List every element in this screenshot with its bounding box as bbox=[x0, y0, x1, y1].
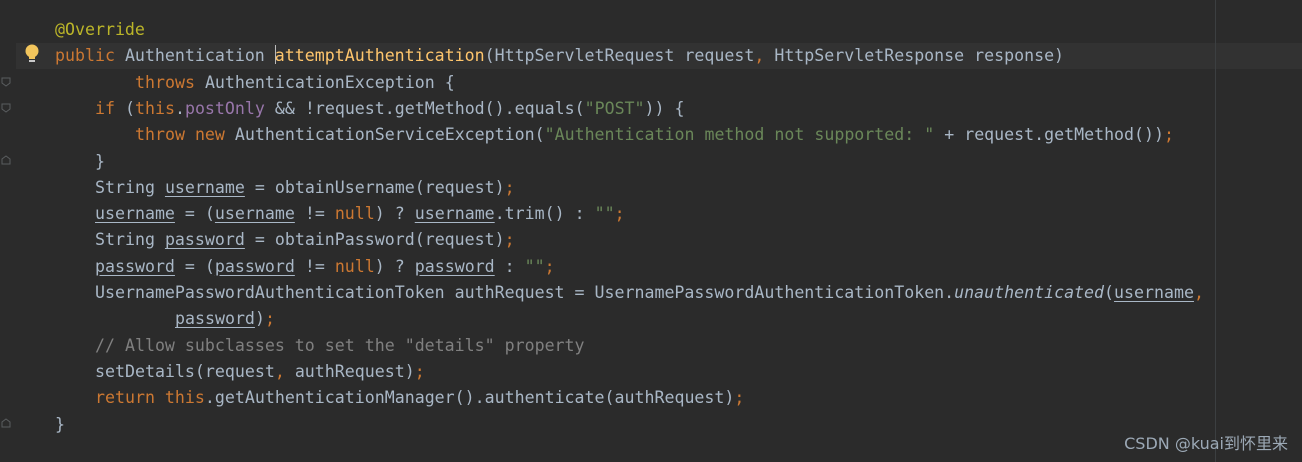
code-token: username bbox=[214, 204, 295, 224]
code-token: ) ? bbox=[374, 256, 415, 276]
code-token: ) bbox=[254, 309, 265, 329]
lightbulb-icon[interactable] bbox=[22, 43, 42, 65]
code-token: .trim() : bbox=[494, 204, 595, 224]
code-token: throws bbox=[135, 72, 205, 92]
code-token: "" bbox=[594, 204, 615, 224]
code-line[interactable]: username = (username != null) ? username… bbox=[95, 201, 625, 227]
code-token: public bbox=[55, 46, 125, 66]
code-token: = ( bbox=[174, 256, 215, 276]
code-token: password bbox=[414, 256, 495, 276]
code-token: null bbox=[334, 204, 375, 224]
code-token: this bbox=[134, 98, 175, 118]
fold-marker-icon[interactable] bbox=[1, 418, 11, 428]
code-token: username bbox=[95, 204, 175, 224]
code-line[interactable]: return this.getAuthenticationManager().a… bbox=[95, 385, 744, 411]
editor-gutter bbox=[0, 0, 16, 462]
code-token: ; bbox=[264, 309, 275, 329]
code-token: ; bbox=[614, 204, 625, 224]
code-token: Authentication bbox=[124, 46, 275, 66]
code-token: setDetails(request bbox=[95, 361, 275, 381]
code-token: unauthenticated bbox=[954, 283, 1105, 302]
code-token: "Authentication method not supported: " bbox=[544, 125, 935, 145]
code-token: postOnly bbox=[184, 98, 265, 118]
fold-marker-icon[interactable] bbox=[1, 155, 11, 165]
code-line[interactable]: public Authentication attemptAuthenticat… bbox=[55, 43, 1064, 69]
code-token: "" bbox=[524, 256, 545, 276]
code-editor[interactable]: @Override public Authentication attemptAu… bbox=[0, 0, 1302, 462]
code-token: "POST" bbox=[584, 98, 645, 118]
code-token: password bbox=[95, 256, 175, 276]
code-token: password bbox=[214, 256, 295, 276]
code-line[interactable]: throw new AuthenticationServiceException… bbox=[135, 122, 1174, 148]
code-token: authRequest) bbox=[294, 361, 415, 381]
code-token: ) ? bbox=[374, 204, 415, 224]
code-token: (HttpServletRequest request bbox=[484, 46, 755, 66]
code-token: } bbox=[95, 151, 105, 171]
code-token: @Override bbox=[55, 20, 145, 39]
code-line[interactable]: setDetails(request, authRequest); bbox=[95, 359, 425, 385]
code-token: AuthenticationException { bbox=[204, 72, 455, 92]
code-token: != bbox=[294, 204, 335, 224]
code-token: = ( bbox=[174, 204, 215, 224]
code-token: username bbox=[1114, 283, 1194, 302]
code-token: attemptAuthentication bbox=[274, 46, 485, 66]
code-token: = obtainPassword(request) bbox=[244, 230, 505, 250]
code-token: AuthenticationServiceException( bbox=[234, 125, 545, 145]
code-token: password bbox=[175, 309, 255, 329]
code-token: ; bbox=[1164, 125, 1175, 145]
code-line[interactable]: if (this.postOnly && !request.getMethod(… bbox=[95, 96, 685, 122]
code-token: if bbox=[95, 98, 125, 118]
code-line[interactable]: String password = obtainPassword(request… bbox=[95, 227, 515, 253]
code-token: ( bbox=[124, 98, 135, 118]
code-line[interactable]: throws AuthenticationException { bbox=[135, 70, 455, 96]
code-token: username bbox=[164, 177, 245, 197]
code-token: ; bbox=[504, 230, 515, 250]
code-line[interactable]: } bbox=[95, 149, 105, 175]
code-token: , bbox=[274, 361, 295, 381]
code-token: ; bbox=[544, 256, 555, 276]
code-token: && !request.getMethod().equals( bbox=[264, 98, 585, 118]
code-token: , bbox=[754, 46, 775, 66]
code-token: String bbox=[95, 177, 165, 197]
code-token: ( bbox=[1104, 283, 1115, 302]
code-line[interactable]: String username = obtainUsername(request… bbox=[95, 175, 515, 201]
code-token: ; bbox=[504, 177, 515, 197]
code-token: .getAuthenticationManager().authenticate… bbox=[204, 388, 735, 408]
code-token: // Allow subclasses to set the "details"… bbox=[95, 335, 585, 355]
code-token: ; bbox=[734, 388, 745, 408]
fold-marker-icon[interactable] bbox=[1, 103, 11, 113]
code-token: UsernamePasswordAuthenticationToken auth… bbox=[95, 283, 955, 302]
code-token: )) { bbox=[644, 98, 685, 118]
code-token: , bbox=[1193, 283, 1204, 302]
code-token: password bbox=[164, 230, 245, 250]
code-line[interactable]: password = (password != null) ? password… bbox=[95, 254, 555, 280]
code-token: return this bbox=[95, 388, 205, 408]
code-token: } bbox=[55, 414, 65, 434]
code-line[interactable]: UsernamePasswordAuthenticationToken auth… bbox=[95, 280, 1204, 306]
code-token: throw new bbox=[135, 125, 235, 145]
code-line[interactable]: password); bbox=[175, 306, 275, 332]
watermark-text: CSDN @kuai到怀里来 bbox=[1124, 434, 1288, 453]
code-token: + request.getMethod()) bbox=[934, 125, 1165, 145]
code-token: HttpServletResponse response) bbox=[774, 46, 1065, 66]
code-token: ; bbox=[414, 361, 425, 381]
code-line[interactable]: // Allow subclasses to set the "details"… bbox=[95, 333, 585, 359]
code-token: = obtainUsername(request) bbox=[244, 177, 505, 197]
code-line[interactable]: @Override bbox=[55, 17, 145, 43]
fold-marker-icon[interactable] bbox=[1, 77, 11, 87]
code-token: : bbox=[494, 256, 525, 276]
code-token: String bbox=[95, 230, 165, 250]
code-token: username bbox=[414, 204, 495, 224]
code-token: . bbox=[174, 98, 185, 118]
right-margin-guide bbox=[1215, 0, 1216, 462]
code-token: null bbox=[334, 256, 375, 276]
code-line[interactable]: } bbox=[55, 412, 65, 438]
code-token: != bbox=[294, 256, 335, 276]
